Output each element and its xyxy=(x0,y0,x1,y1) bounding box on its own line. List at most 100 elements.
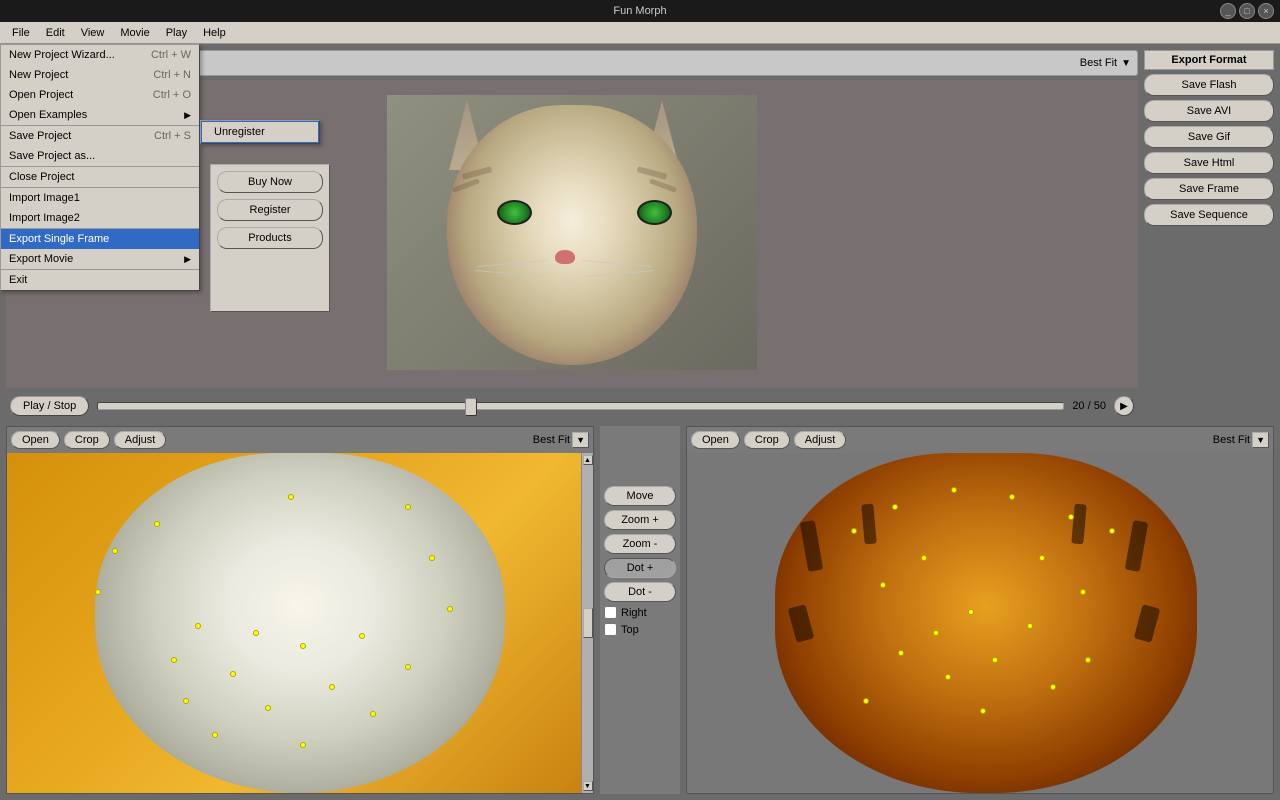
left-fit-dropdown-arrow[interactable]: ▼ xyxy=(572,432,589,448)
menu-edit[interactable]: Edit xyxy=(38,25,73,41)
left-image-panel: Open Crop Adjust Best Fit ▼ xyxy=(6,426,594,794)
morph-dot[interactable] xyxy=(447,606,453,612)
play-stop-button[interactable]: Play / Stop xyxy=(10,396,89,416)
scroll-down-arrow[interactable]: ▼ xyxy=(583,781,593,791)
cat-face xyxy=(447,105,697,365)
register-button[interactable]: Register xyxy=(217,199,323,221)
cat-nose xyxy=(555,250,575,264)
morph-dot[interactable] xyxy=(265,705,271,711)
morph-preview-image xyxy=(387,95,757,370)
save-frame-button[interactable]: Save Frame xyxy=(1144,178,1274,200)
morph-dot[interactable] xyxy=(253,630,259,636)
zoom-in-button[interactable]: Zoom + xyxy=(604,510,676,530)
menu-new-project-wizard[interactable]: New Project Wizard... Ctrl + W xyxy=(1,45,199,65)
save-gif-button[interactable]: Save Gif xyxy=(1144,126,1274,148)
menu-help[interactable]: Help xyxy=(195,25,234,41)
left-open-button[interactable]: Open xyxy=(11,431,60,449)
morph-dot[interactable] xyxy=(429,555,435,561)
menu-import-image1[interactable]: Import Image1 xyxy=(1,187,199,208)
morph-dot[interactable] xyxy=(851,528,857,534)
morph-dot[interactable] xyxy=(359,633,365,639)
file-menu: New Project Wizard... Ctrl + W New Proje… xyxy=(0,44,200,291)
close-button[interactable]: × xyxy=(1258,3,1274,19)
morph-dot[interactable] xyxy=(980,708,986,714)
top-checkbox[interactable] xyxy=(604,623,617,636)
morph-dot[interactable] xyxy=(863,698,869,704)
save-avi-button[interactable]: Save AVI xyxy=(1144,100,1274,122)
file-dropdown: New Project Wizard... Ctrl + W New Proje… xyxy=(0,44,200,291)
menu-export-single-frame[interactable]: Export Single Frame xyxy=(1,228,199,249)
right-open-button[interactable]: Open xyxy=(691,431,740,449)
morph-dot[interactable] xyxy=(154,521,160,527)
morph-dot[interactable] xyxy=(300,742,306,748)
menu-play[interactable]: Play xyxy=(158,25,195,41)
progress-thumb[interactable] xyxy=(465,398,477,416)
frame-nav-button[interactable]: ▶ xyxy=(1114,396,1134,416)
menu-import-image2[interactable]: Import Image2 xyxy=(1,208,199,228)
right-adjust-button[interactable]: Adjust xyxy=(794,431,847,449)
menu-view[interactable]: View xyxy=(73,25,113,41)
progress-track[interactable] xyxy=(97,402,1064,410)
bottom-section: Open Crop Adjust Best Fit ▼ xyxy=(6,426,1274,794)
menu-export-movie[interactable]: Export Movie ▶ xyxy=(1,249,199,269)
scroll-up-arrow[interactable]: ▲ xyxy=(583,455,593,465)
morph-dot[interactable] xyxy=(933,630,939,636)
scroll-thumb[interactable] xyxy=(583,608,593,638)
app-title: Fun Morph xyxy=(613,5,666,17)
menu-save-project[interactable]: Save Project Ctrl + S xyxy=(1,125,199,146)
menu-exit[interactable]: Exit xyxy=(1,269,199,290)
morph-dot[interactable] xyxy=(195,623,201,629)
top-checkbox-label[interactable]: Top xyxy=(604,623,676,636)
preview-fit-label: Best Fit xyxy=(1080,57,1117,69)
window-controls: _ □ × xyxy=(1220,3,1274,19)
maximize-button[interactable]: □ xyxy=(1239,3,1255,19)
submenu-unregister[interactable]: Unregister xyxy=(201,121,319,143)
morph-dot[interactable] xyxy=(1039,555,1045,561)
morph-dot[interactable] xyxy=(230,671,236,677)
menu-file[interactable]: File xyxy=(4,25,38,41)
buy-now-button[interactable]: Buy Now xyxy=(217,171,323,193)
menu-open-project[interactable]: Open Project Ctrl + O xyxy=(1,85,199,105)
save-flash-button[interactable]: Save Flash xyxy=(1144,74,1274,96)
morph-dot[interactable] xyxy=(183,698,189,704)
menu-close-project[interactable]: Close Project xyxy=(1,166,199,187)
menu-save-project-as[interactable]: Save Project as... xyxy=(1,146,199,166)
morph-dot[interactable] xyxy=(212,732,218,738)
menu-bar: File Edit View Movie Play Help xyxy=(0,22,1280,44)
right-crop-button[interactable]: Crop xyxy=(744,431,790,449)
frame-count: 20 / 50 xyxy=(1072,400,1106,412)
zoom-out-button[interactable]: Zoom - xyxy=(604,534,676,554)
left-cat-image xyxy=(7,453,593,793)
products-button[interactable]: Products xyxy=(217,227,323,249)
preview-fit-dropdown[interactable]: ▼ xyxy=(1121,58,1131,69)
menu-new-project[interactable]: New Project Ctrl + N xyxy=(1,65,199,85)
left-crop-button[interactable]: Crop xyxy=(64,431,110,449)
morph-dot[interactable] xyxy=(1080,589,1086,595)
tiger-face xyxy=(775,453,1197,793)
right-image-panel: Open Crop Adjust Best Fit ▼ xyxy=(686,426,1274,794)
right-checkbox[interactable] xyxy=(604,606,617,619)
morph-dot[interactable] xyxy=(1027,623,1033,629)
right-checkbox-label[interactable]: Right xyxy=(604,606,676,619)
save-sequence-button[interactable]: Save Sequence xyxy=(1144,204,1274,226)
left-panel-scrollbar[interactable]: ▲ ▼ xyxy=(581,453,593,793)
dot-add-button[interactable]: Dot + xyxy=(604,558,676,578)
morph-dot[interactable] xyxy=(945,674,951,680)
preview-controls: Play / Stop 20 / 50 ▶ xyxy=(6,392,1138,420)
menu-movie[interactable]: Movie xyxy=(112,25,157,41)
menu-open-examples[interactable]: Open Examples ▶ xyxy=(1,105,199,125)
morph-dot[interactable] xyxy=(992,657,998,663)
minimize-button[interactable]: _ xyxy=(1220,3,1236,19)
move-button[interactable]: Move xyxy=(604,486,676,506)
right-panel-body xyxy=(687,453,1273,793)
save-html-button[interactable]: Save Html xyxy=(1144,152,1274,174)
title-bar: Fun Morph _ □ × xyxy=(0,0,1280,22)
cat-eye-right xyxy=(637,200,672,225)
left-adjust-button[interactable]: Adjust xyxy=(114,431,167,449)
morph-dot[interactable] xyxy=(951,487,957,493)
right-tiger-image xyxy=(687,453,1273,793)
morph-dot[interactable] xyxy=(1109,528,1115,534)
dot-remove-button[interactable]: Dot - xyxy=(604,582,676,602)
morph-dot[interactable] xyxy=(95,589,101,595)
right-fit-dropdown-arrow[interactable]: ▼ xyxy=(1252,432,1269,448)
